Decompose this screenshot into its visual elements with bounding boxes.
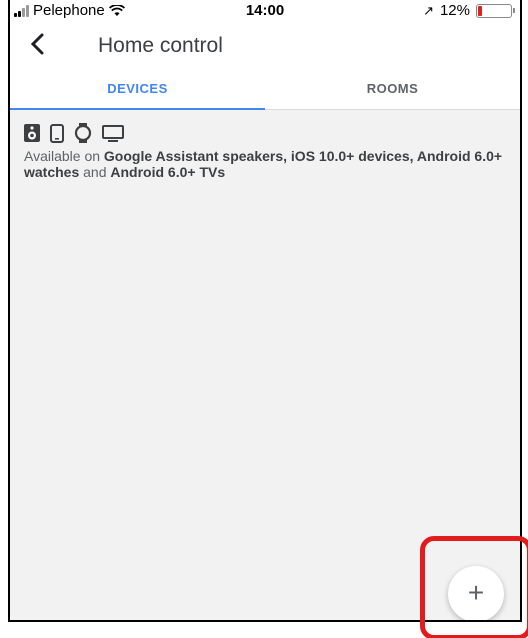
page-title: Home control <box>98 34 223 57</box>
availability-tvs: Android 6.0+ TVs <box>110 164 226 180</box>
status-bar: Pelephone 14:00 ↗ 12% <box>10 0 520 22</box>
availability-joiner: and <box>79 164 111 180</box>
phone-icon <box>50 123 64 143</box>
tv-icon <box>102 124 124 142</box>
location-icon: ↗ <box>423 2 434 18</box>
battery-icon <box>476 3 515 18</box>
availability-note: Available on Google Assistant speakers, … <box>24 148 514 180</box>
battery-level <box>478 5 482 16</box>
plus-icon: + <box>467 577 485 608</box>
app-bar: Home control <box>10 22 520 70</box>
tab-bar: DEVICES ROOMS <box>10 70 520 110</box>
battery-percent: 12% <box>439 2 470 19</box>
watch-icon <box>74 123 92 143</box>
phone-screen: Pelephone 14:00 ↗ 12% Home control DEVIC… <box>8 0 522 622</box>
availability-prefix: Available on <box>24 148 104 164</box>
device-type-icons <box>24 123 124 143</box>
speaker-icon <box>24 124 40 142</box>
tab-rooms[interactable]: ROOMS <box>265 70 520 110</box>
tab-devices[interactable]: DEVICES <box>10 70 265 110</box>
add-button[interactable]: + <box>448 566 504 620</box>
back-icon[interactable] <box>28 29 46 65</box>
